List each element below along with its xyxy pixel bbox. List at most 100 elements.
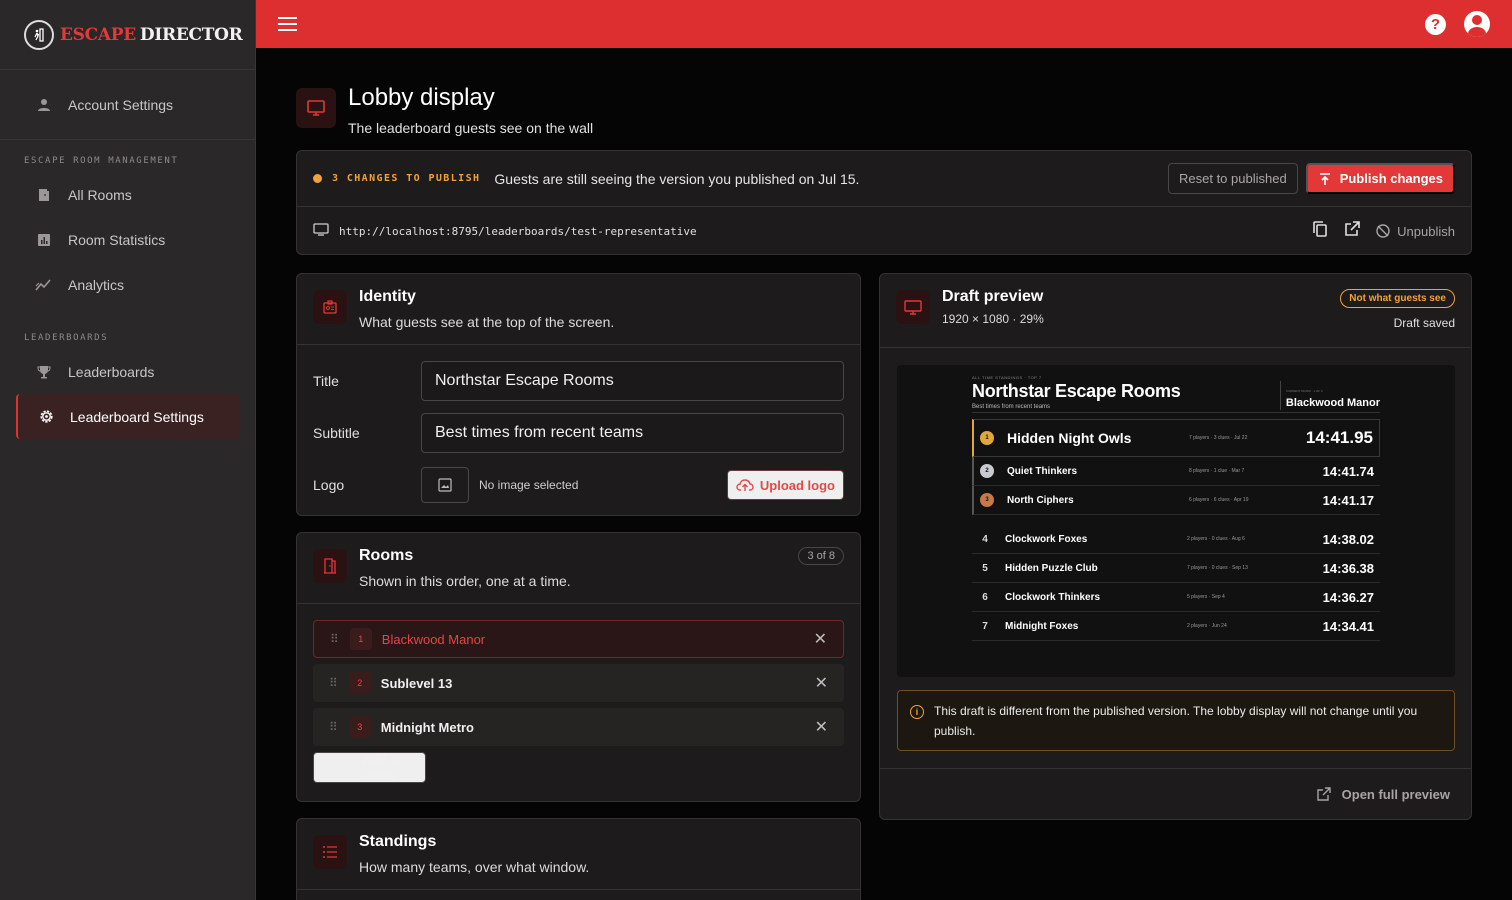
team-name: Clockwork Thinkers (1005, 591, 1101, 603)
room-list-item[interactable]: ⠿ 3 Midnight Metro ✕ (313, 708, 844, 746)
sidebar-item-label: All Rooms (68, 186, 132, 203)
section-label-room-management: ESCAPE ROOM MANAGEMENT (24, 156, 179, 166)
no-image-text: No image selected (479, 478, 579, 492)
rank-number: 5 (982, 562, 988, 574)
standings-card: Standings How many teams, over what wind… (296, 818, 861, 900)
remove-room-icon[interactable]: ✕ (814, 629, 827, 649)
draft-saved-status: Draft saved (1393, 316, 1455, 330)
status-dot (313, 174, 322, 183)
add-room-label: Add a room (361, 752, 398, 783)
room-list-item[interactable]: ⠿ 1 Blackwood Manor ✕ (313, 620, 844, 658)
preview-title: Draft preview (942, 288, 1044, 305)
menu-icon[interactable] (278, 17, 297, 31)
upload-logo-label: Upload logo (759, 477, 835, 493)
drag-handle-icon[interactable]: ⠿ (329, 676, 338, 690)
preview-screen: ALL TIME STANDINGS · TOP 7 Northstar Esc… (897, 365, 1455, 677)
leaderboard-row: 4 Clockwork Foxes 2 players · 0 clues · … (972, 525, 1380, 554)
hide-icon (1376, 224, 1390, 238)
public-url[interactable]: http://localhost:8795/leaderboards/test-… (339, 225, 697, 238)
publish-bar: 3 CHANGES TO PUBLISH Guests are still se… (296, 150, 1472, 255)
room-name: Blackwood Manor (381, 631, 486, 647)
team-time: 14:41.17 (1322, 492, 1374, 508)
screen-title: Northstar Escape Rooms (972, 381, 1181, 401)
room-order-badge: 3 (348, 716, 371, 738)
room-list: ⠿ 1 Blackwood Manor ✕ ⠿ 2 Sublevel 13 ✕ … (297, 604, 860, 746)
team-time: 14:41.95 (1305, 428, 1373, 447)
standings-subtitle: How many teams, over what window. (359, 859, 590, 875)
reset-to-published-button[interactable]: Reset to published (1168, 163, 1298, 194)
brand-name-rest: DIRECTOR (139, 24, 243, 45)
leaderboard-row: 6 Clockwork Thinkers 5 players · Sep 4 1… (972, 583, 1380, 612)
add-room-button[interactable]: + Add a room (313, 752, 426, 783)
rooms-title: Rooms (359, 547, 414, 564)
unpublish-button[interactable]: Unpublish (1375, 223, 1455, 239)
sidebar-item-room-statistics[interactable]: Room Statistics (0, 217, 255, 262)
drag-handle-icon[interactable]: ⠿ (330, 632, 339, 646)
leaderboard-row: 5 Hidden Puzzle Club 7 players · 0 clues… (972, 554, 1380, 583)
list-icon (313, 835, 347, 869)
upload-icon (1319, 172, 1330, 185)
team-meta: 2 players · Jun 24 (1187, 623, 1227, 629)
team-meta: 2 players · 0 clues · Aug 6 (1187, 536, 1245, 542)
rank-number: 6 (982, 591, 988, 603)
subtitle-field-label: Subtitle (313, 425, 360, 441)
remove-room-icon[interactable]: ✕ (815, 673, 828, 693)
draft-preview-card: Draft preview 1920 × 1080 · 29% Not what… (879, 273, 1472, 820)
app: ESCAPE DIRECTOR Account Settings ESCAPE … (0, 0, 1512, 900)
subtitle-input[interactable]: Best times from recent teams (421, 413, 844, 453)
bar-chart-icon (34, 232, 54, 248)
page-subtitle: The leaderboard guests see on the wall (348, 120, 594, 136)
remove-room-icon[interactable]: ✕ (815, 717, 828, 737)
user-avatar-icon[interactable] (1464, 11, 1490, 37)
sidebar-item-all-rooms[interactable]: All Rooms (0, 172, 255, 217)
open-full-preview-button[interactable]: Open full preview (880, 768, 1471, 819)
upload-logo-button[interactable]: Upload logo (726, 470, 844, 500)
screen-room-tag: CURRENT ROOM · 1 OF 3 (1285, 389, 1323, 393)
info-icon: i (910, 705, 924, 719)
gear-icon (36, 408, 56, 425)
not-guest-view-badge: Not what guests see (1340, 289, 1455, 308)
door-icon (313, 549, 347, 583)
main-content: Lobby display The leaderboard guests see… (256, 48, 1512, 900)
title-input[interactable]: Northstar Escape Rooms (421, 361, 844, 401)
open-external-icon (1316, 787, 1331, 801)
gold-medal-icon: 1 (980, 431, 994, 445)
id-badge-icon (313, 290, 347, 324)
monitor-icon (896, 290, 930, 324)
sidebar: ESCAPE DIRECTOR Account Settings ESCAPE … (0, 0, 256, 900)
team-name: Clockwork Foxes (1005, 533, 1088, 545)
preview-meta: 1920 × 1080 · 29% (942, 312, 1044, 326)
sidebar-item-leaderboards[interactable]: Leaderboards (0, 349, 255, 394)
sidebar-item-analytics[interactable]: Analytics (0, 262, 255, 307)
changes-count-label: 3 CHANGES TO PUBLISH (332, 173, 481, 184)
image-placeholder-icon (421, 467, 469, 503)
brand[interactable]: ESCAPE DIRECTOR (0, 0, 255, 70)
sidebar-item-leaderboard-settings[interactable]: Leaderboard Settings (16, 394, 239, 439)
copy-icon[interactable] (1311, 220, 1329, 243)
publish-changes-button[interactable]: Publish changes (1305, 163, 1455, 194)
leaderboard-row: 3 North Ciphers 6 players · 6 clues · Ap… (972, 486, 1380, 515)
team-name: Quiet Thinkers (1007, 465, 1078, 477)
screen-room-name: Blackwood Manor (1285, 397, 1380, 409)
rooms-subtitle: Shown in this order, one at a time. (359, 573, 571, 589)
team-name: Hidden Night Owls (1007, 430, 1132, 446)
room-name: Sublevel 13 (380, 675, 453, 691)
top-bar: ? (256, 0, 1512, 48)
standings-title: Standings (359, 833, 437, 850)
sidebar-item-label: Room Statistics (68, 231, 166, 248)
draft-diff-notice: i This draft is different from the publi… (897, 690, 1455, 751)
cloud-upload-icon (736, 479, 754, 491)
rooms-card: Rooms Shown in this order, one at a time… (296, 532, 861, 802)
silver-medal-icon: 2 (980, 464, 994, 478)
leaderboard-row: 1 Hidden Night Owls 7 players · 3 clues … (972, 419, 1380, 457)
room-list-item[interactable]: ⠿ 2 Sublevel 13 ✕ (313, 664, 844, 702)
rank-number: 4 (982, 533, 988, 545)
page-header: Lobby display The leaderboard guests see… (296, 84, 593, 136)
monitor-icon (296, 88, 336, 128)
team-time: 14:38.02 (1322, 531, 1374, 547)
sidebar-item-account-settings[interactable]: Account Settings (0, 82, 173, 127)
open-external-icon[interactable] (1343, 220, 1361, 243)
drag-handle-icon[interactable]: ⠿ (329, 720, 338, 734)
unpublish-label: Unpublish (1397, 223, 1455, 239)
help-icon[interactable]: ? (1425, 13, 1446, 35)
